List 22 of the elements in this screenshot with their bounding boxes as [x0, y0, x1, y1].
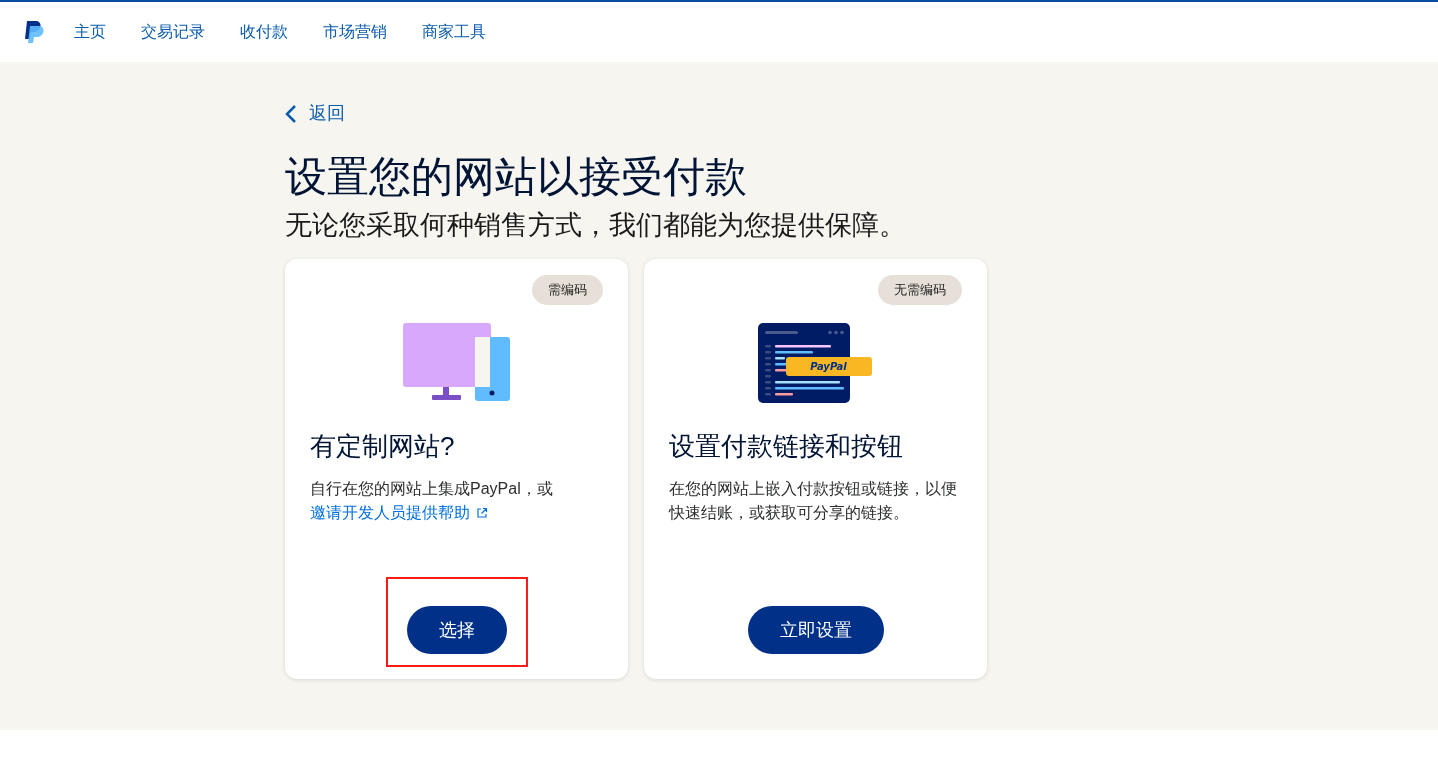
action-button[interactable]: 选择 — [406, 606, 507, 654]
nav-link[interactable]: 商家工具 — [422, 20, 486, 44]
action-button[interactable]: 立即设置 — [747, 606, 884, 654]
help-link[interactable]: 邀请开发人员提供帮助 — [310, 504, 488, 521]
card-title: 有定制网站? — [310, 430, 456, 463]
external-link-icon — [476, 507, 488, 519]
nav-link[interactable]: 交易记录 — [141, 20, 205, 44]
back-link[interactable]: 返回 — [285, 100, 345, 127]
card-title: 设置付款链接和按钮 — [669, 430, 904, 463]
page-subtitle: 无论您采取何种销售方式，我们都能为您提供保障。 — [285, 209, 907, 242]
paypal-label: PayPal — [785, 357, 872, 376]
page-title: 设置您的网站以接受付款 — [285, 152, 748, 202]
nav-link[interactable]: 市场营销 — [323, 20, 387, 44]
nav-link[interactable]: 收付款 — [240, 20, 288, 44]
chevron-left-icon — [285, 103, 297, 124]
card-description: 在您的网站上嵌入付款按钮或链接，以便快速结账，或获取可分享的链接。 — [669, 479, 958, 523]
logo-icon — [24, 21, 44, 43]
badge: 无需编码 — [878, 275, 962, 305]
badge: 需编码 — [532, 275, 603, 305]
nav-link[interactable]: 主页 — [74, 20, 106, 44]
monitor-phone-icon — [402, 323, 511, 403]
card-description: 自行在您的网站上集成PayPal，或 邀请开发人员提供帮助 — [310, 479, 554, 523]
